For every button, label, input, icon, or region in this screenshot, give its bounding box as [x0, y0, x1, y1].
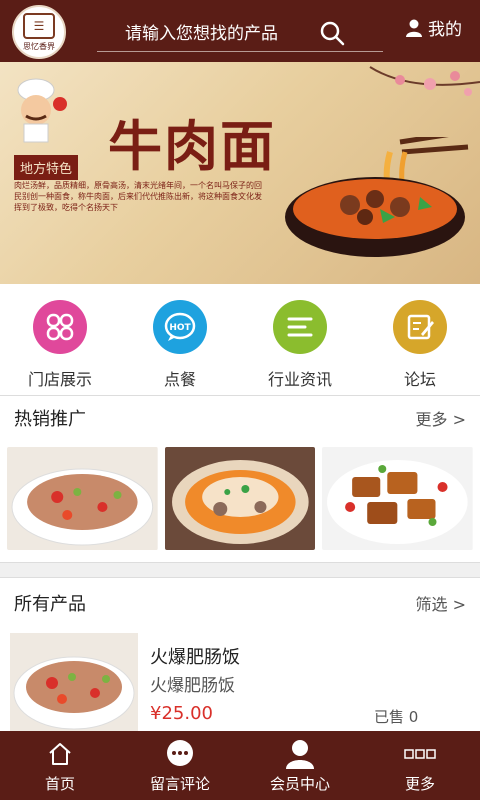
category-label: 门店展示	[27, 370, 92, 389]
banner-description: 肉烂汤鲜，品质精细，原骨高汤，清末光绪年间，一个名叫马保子的回民别创一种面食，称…	[14, 181, 262, 212]
all-products-title: 所有产品	[14, 594, 86, 615]
category-label: 点餐	[163, 370, 196, 389]
category-industry-news[interactable]: 行业资讯	[240, 284, 360, 395]
banner-title: 牛肉面	[108, 114, 276, 178]
my-account-label: 我的	[428, 20, 462, 40]
edit-note-icon	[393, 300, 447, 354]
product-sold-count: 已售 0	[374, 708, 419, 726]
chef-mascot-icon	[17, 78, 67, 143]
category-nav: 门店展示 HOT 点餐 行业资讯 论坛	[0, 284, 480, 396]
section-divider	[0, 562, 480, 578]
tab-comments[interactable]: 留言评论	[120, 731, 240, 800]
search-icon[interactable]	[319, 20, 345, 46]
banner-tag: 地方特色	[14, 155, 79, 180]
user-icon	[286, 737, 314, 771]
logo-text: 思忆香界	[23, 41, 55, 51]
top-bar: ☰ 思忆香界 请输入您想找的产品 我的	[0, 0, 480, 62]
product-subtitle: 火爆肥肠饭	[150, 676, 235, 696]
search-input[interactable]: 请输入您想找的产品	[97, 12, 383, 52]
hot-section-header: 热销推广 更多 >	[0, 396, 480, 440]
more-icon	[404, 737, 436, 771]
tab-more[interactable]: 更多	[360, 731, 480, 800]
product-price: ¥25.00	[150, 703, 213, 724]
plum-blossom-decoration	[369, 66, 480, 96]
tab-label: 更多	[404, 775, 435, 793]
hot-product-image[interactable]	[322, 447, 474, 550]
category-label: 论坛	[403, 370, 436, 389]
filter-link[interactable]: 筛选 >	[416, 591, 467, 615]
product-image	[10, 633, 138, 731]
product-list-item[interactable]: 火爆肥肠饭 火爆肥肠饭 ¥25.00 已售 0	[0, 633, 480, 733]
category-order[interactable]: HOT 点餐	[120, 284, 240, 395]
all-products-header: 所有产品 筛选 >	[0, 581, 480, 625]
logo-emblem-icon: ☰	[23, 12, 55, 39]
user-icon	[406, 19, 422, 37]
tab-label: 首页	[44, 775, 75, 793]
hot-section-title: 热销推广	[14, 409, 86, 430]
hot-products-row	[0, 447, 480, 550]
my-account-button[interactable]: 我的	[406, 15, 462, 40]
beef-noodle-bowl-image	[285, 137, 469, 257]
promo-banner[interactable]: 牛肉面 地方特色 肉烂汤鲜，品质精细，原骨高汤，清末光绪年间，一个名叫马保子的回…	[0, 62, 480, 284]
product-name: 火爆肥肠饭	[150, 647, 240, 668]
tab-label: 会员中心	[269, 775, 330, 793]
lines-icon	[273, 300, 327, 354]
category-label: 行业资讯	[267, 370, 332, 389]
chat-bubble-icon	[165, 737, 195, 771]
hot-product-image[interactable]	[7, 447, 158, 550]
grid-flower-icon	[33, 300, 87, 354]
hot-chat-icon: HOT	[153, 300, 207, 354]
svg-text:HOT: HOT	[169, 323, 191, 333]
tab-member-center[interactable]: 会员中心	[240, 731, 360, 800]
more-link[interactable]: 更多 >	[416, 406, 467, 430]
bottom-nav: 首页 留言评论 会员中心 更多	[0, 731, 480, 800]
tab-home[interactable]: 首页	[0, 731, 120, 800]
home-icon	[47, 737, 73, 771]
logo[interactable]: ☰ 思忆香界	[12, 5, 66, 59]
category-store-display[interactable]: 门店展示	[0, 284, 120, 395]
category-forum[interactable]: 论坛	[360, 284, 480, 395]
search-placeholder: 请输入您想找的产品	[125, 24, 278, 44]
tab-label: 留言评论	[149, 775, 210, 793]
hot-product-image[interactable]	[164, 447, 316, 550]
